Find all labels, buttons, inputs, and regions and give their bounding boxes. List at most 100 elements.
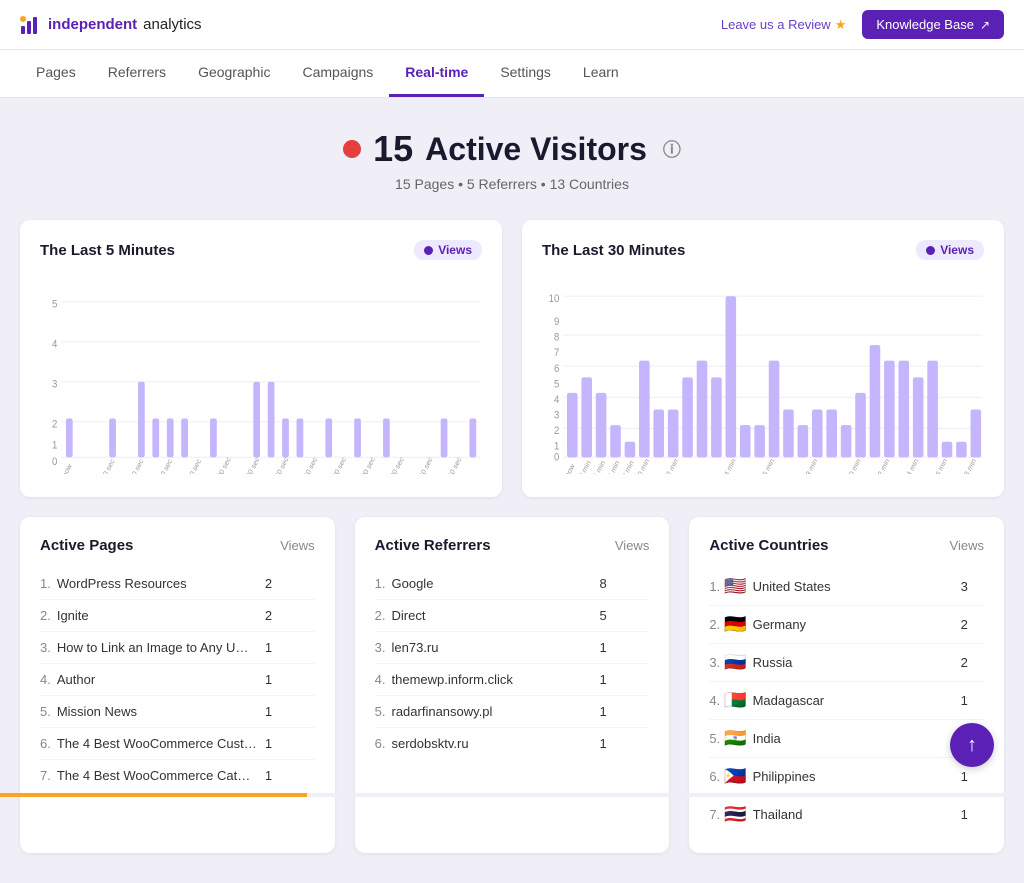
referrer-count: 8 xyxy=(600,576,607,591)
svg-text:5: 5 xyxy=(52,299,58,311)
list-item: 1. WordPress Resources 2 xyxy=(40,568,315,600)
svg-text:-18 min: -18 min xyxy=(801,457,819,474)
svg-text:now: now xyxy=(563,461,577,474)
active-countries-card: Active Countries Views 1. 🇺🇸 United Stat… xyxy=(689,517,1004,853)
active-pages-views-label: Views xyxy=(280,538,314,553)
page-count: 1 xyxy=(265,704,272,719)
country-name: Germany xyxy=(753,617,953,632)
page-count: 2 xyxy=(265,576,272,591)
svg-text:-8 min: -8 min xyxy=(619,459,636,474)
chart-last-30-minutes: The Last 30 Minutes Views 10 9 8 7 6 5 4… xyxy=(522,220,1004,497)
svg-text:7: 7 xyxy=(554,348,560,360)
logo: independent analytics xyxy=(20,14,202,36)
active-pages-card: Active Pages Views 1. WordPress Resource… xyxy=(20,517,335,853)
list-item: 1. Google 8 xyxy=(375,568,650,600)
info-icon[interactable]: ⓘ xyxy=(663,136,681,162)
flag-icon: 🇹🇭 xyxy=(724,804,746,825)
nav-realtime[interactable]: Real-time xyxy=(389,50,484,97)
page-name: Author xyxy=(57,672,257,687)
svg-text:-14 min: -14 min xyxy=(719,457,737,474)
nav-pages[interactable]: Pages xyxy=(20,50,92,97)
list-item: 3. 🇷🇺 Russia 2 xyxy=(709,644,984,682)
leave-review-label: Leave us a Review xyxy=(721,17,831,32)
svg-text:9: 9 xyxy=(554,317,560,329)
list-item: 5. Mission News 1 xyxy=(40,696,315,728)
active-pages-header: Active Pages Views xyxy=(40,537,315,554)
list-item: 7. The 4 Best WooCommerce Catering Plugi… xyxy=(40,760,315,791)
country-name: United States xyxy=(753,579,953,594)
list-item: 3. How to Link an Image to Any URL in Wo… xyxy=(40,632,315,664)
flag-icon: 🇮🇳 xyxy=(724,728,746,749)
chart-right-header: The Last 30 Minutes Views xyxy=(542,240,984,260)
list-item: 4. 🇲🇬 Madagascar 1 xyxy=(709,682,984,720)
svg-text:-6 min: -6 min xyxy=(605,459,622,474)
leave-review-link[interactable]: Leave us a Review ★ xyxy=(721,17,847,33)
svg-text:-20 min: -20 min xyxy=(844,457,862,474)
country-count: 2 xyxy=(961,655,968,670)
page-name: WordPress Resources xyxy=(57,576,257,591)
page-name: Ignite xyxy=(57,608,257,623)
svg-text:-60 sec: -60 sec xyxy=(156,457,174,474)
brand-name-bold: independent xyxy=(48,16,137,33)
nav-learn[interactable]: Learn xyxy=(567,50,635,97)
bar-chart-right-svg: 10 9 8 7 6 5 4 3 2 1 0 xyxy=(542,274,984,474)
nav-campaigns[interactable]: Campaigns xyxy=(286,50,389,97)
active-referrers-views-label: Views xyxy=(615,538,649,553)
svg-text:-28 min: -28 min xyxy=(959,457,977,474)
scroll-to-top-button[interactable]: ↑ xyxy=(950,723,994,767)
hero-subtitle: 15 Pages • 5 Referrers • 13 Countries xyxy=(20,176,1004,192)
flag-icon: 🇷🇺 xyxy=(724,652,746,673)
svg-text:4: 4 xyxy=(52,339,58,351)
country-name: Madagascar xyxy=(753,693,953,708)
star-icon: ★ xyxy=(835,17,847,33)
chart-left-header: The Last 5 Minutes Views xyxy=(40,240,482,260)
referrer-count: 5 xyxy=(600,608,607,623)
page-count: 1 xyxy=(265,672,272,687)
flag-icon: 🇵🇭 xyxy=(724,766,746,787)
knowledge-base-label: Knowledge Base xyxy=(876,17,974,32)
bar-chart-right: 10 9 8 7 6 5 4 3 2 1 0 xyxy=(542,274,984,477)
active-countries-views-label: Views xyxy=(950,538,984,553)
country-count: 2 xyxy=(961,617,968,632)
active-referrers-header: Active Referrers Views xyxy=(375,537,650,554)
svg-text:0: 0 xyxy=(554,452,560,464)
nav-settings[interactable]: Settings xyxy=(484,50,567,97)
hero-section: 15 Active Visitors ⓘ 15 Pages • 5 Referr… xyxy=(20,128,1004,192)
live-indicator-dot xyxy=(343,140,361,158)
svg-text:3: 3 xyxy=(554,410,560,422)
page-count: 2 xyxy=(265,608,272,623)
external-link-icon: ↗ xyxy=(980,18,990,32)
svg-text:-2 min: -2 min xyxy=(576,459,593,474)
nav-geographic[interactable]: Geographic xyxy=(182,50,286,97)
list-item: 6. serdobsktv.ru 1 xyxy=(375,728,650,759)
svg-text:2: 2 xyxy=(554,425,560,437)
active-visitors-label: Active Visitors xyxy=(425,131,647,168)
svg-text:now: now xyxy=(60,461,74,474)
svg-text:4: 4 xyxy=(554,394,560,406)
svg-text:0: 0 xyxy=(52,457,58,469)
country-count: 3 xyxy=(961,579,968,594)
svg-text:5: 5 xyxy=(554,379,560,391)
country-name: Russia xyxy=(753,655,953,670)
chart-right-badge: Views xyxy=(916,240,984,260)
active-referrers-title: Active Referrers xyxy=(375,537,491,554)
svg-text:1: 1 xyxy=(554,441,560,453)
views-dot-left xyxy=(424,246,433,255)
knowledge-base-button[interactable]: Knowledge Base ↗ xyxy=(862,10,1004,39)
list-item: 5. 🇮🇳 India 1 xyxy=(709,720,984,758)
svg-text:8: 8 xyxy=(554,332,560,344)
country-name: Thailand xyxy=(753,807,953,822)
nav-referrers[interactable]: Referrers xyxy=(92,50,182,97)
flag-icon: 🇩🇪 xyxy=(724,614,746,635)
list-item: 4. Author 1 xyxy=(40,664,315,696)
list-item: 1. 🇺🇸 United States 3 xyxy=(709,568,984,606)
flag-icon: 🇲🇬 xyxy=(724,690,746,711)
country-name: India xyxy=(753,731,953,746)
brand-name-regular: analytics xyxy=(143,16,201,33)
charts-row: The Last 5 Minutes Views 5 4 3 2 1 0 xyxy=(20,220,1004,497)
svg-text:-4 min: -4 min xyxy=(590,459,607,474)
page-name: The 4 Best WooCommerce Catering Plugins.… xyxy=(57,768,257,783)
svg-text:2: 2 xyxy=(52,419,58,431)
views-dot-right xyxy=(926,246,935,255)
referrer-name: themewp.inform.click xyxy=(392,672,592,687)
